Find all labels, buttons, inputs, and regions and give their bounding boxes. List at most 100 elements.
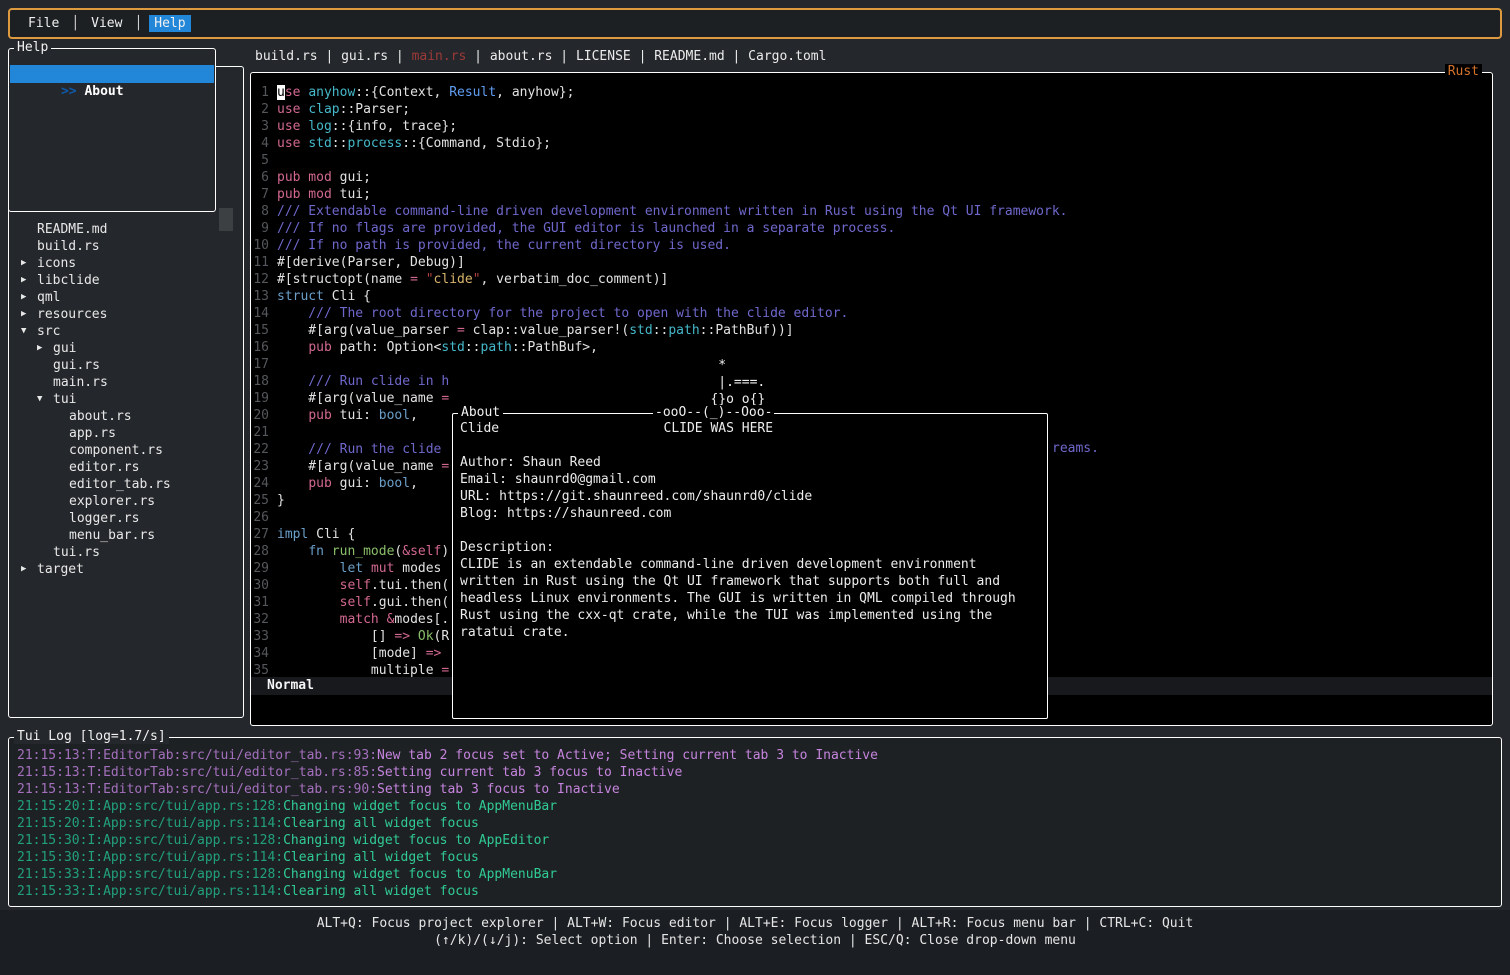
chevron-down-icon: ▼ [37,391,53,408]
tree-item-label: editor_tab.rs [69,476,171,493]
menu-item-view[interactable]: View [86,15,127,32]
code-line-text: /// If no path is provided, the current … [277,237,731,254]
tree-item-label: build.rs [37,238,100,255]
tree-item-gui[interactable]: ▶gui [9,340,243,357]
tab-build.rs[interactable]: build.rs [255,49,318,64]
tree-item-label: gui [53,340,76,357]
code-line[interactable]: 11#[derive(Parser, Debug)] [251,254,1492,271]
tab-separator: | [552,49,575,64]
chevron-right-icon: ▶ [21,289,37,306]
tree-item-libclide[interactable]: ▶libclide [9,272,243,289]
tree-item-label: component.rs [69,442,163,459]
tree-item-qml[interactable]: ▶qml [9,289,243,306]
log-entry: 21:15:30:I:App:src/tui/app.rs:128:Changi… [17,832,1493,849]
tab-separator: | [466,49,489,64]
log-entry-prefix: 21:15:20:I:App:src/tui/app.rs:128: [17,799,283,814]
code-line-text: use anyhow::{Context, Result, anyhow}; [277,84,574,101]
code-line-text: #[derive(Parser, Debug)] [277,254,465,271]
tree-item-icons[interactable]: ▶icons [9,255,243,272]
tree-item-app.rs[interactable]: app.rs [9,425,243,442]
code-line[interactable]: 6pub mod gui; [251,169,1492,186]
code-line[interactable]: 9 /// If no flags are provided, the GUI e… [251,220,1492,237]
tree-item-editor_tab.rs[interactable]: editor_tab.rs [9,476,243,493]
code-line-text: /// If no flags are provided, the GUI ed… [277,220,895,237]
tree-item-label: icons [37,255,76,272]
code-line[interactable]: 10/// If no path is provided, the curren… [251,237,1492,254]
code-line-text: } [277,492,285,509]
code-line-text: #[arg(value_parser = clap::value_parser!… [277,322,794,339]
line-number: 8 [251,203,269,220]
selection-prefix: >> [61,84,77,99]
tree-item-target[interactable]: ▶target [9,561,243,578]
code-line[interactable]: 12#[structopt(name = "clide", verbatim_d… [251,271,1492,288]
code-line-text: /// Run the clide [277,441,449,458]
chevron-right-icon: ▶ [21,272,37,289]
editor-mode-label: Normal [267,678,314,693]
keybar-line-2: (↑/k)/(↓/j): Select option | Enter: Choo… [0,932,1510,949]
line-number: 32 [251,611,269,628]
tab-README.md[interactable]: README.md [654,49,724,64]
tree-item-label: README.md [37,221,107,238]
code-line[interactable]: 15 #[arg(value_parser = clap::value_pars… [251,322,1492,339]
code-line[interactable]: 14 /// The root directory for the projec… [251,305,1492,322]
tab-main.rs[interactable]: main.rs [412,49,467,64]
menu-separator: │ [71,16,79,31]
tab-Cargo.toml[interactable]: Cargo.toml [748,49,826,64]
tree-item-editor.rs[interactable]: editor.rs [9,459,243,476]
line-number: 17 [251,356,269,373]
code-line-text: match &modes[. [277,611,449,628]
code-line[interactable]: 4use std::process::{Command, Stdio}; [251,135,1492,152]
line-number: 4 [251,135,269,152]
tree-item-build.rs[interactable]: build.rs [9,238,243,255]
tree-item-tui.rs[interactable]: tui.rs [9,544,243,561]
log-entry-prefix: 21:15:13:T:EditorTab:src/tui/editor_tab.… [17,782,377,797]
tree-item-about.rs[interactable]: about.rs [9,408,243,425]
tree-item-main.rs[interactable]: main.rs [9,374,243,391]
log-entry: 21:15:13:T:EditorTab:src/tui/editor_tab.… [17,781,1493,798]
tree-item-logger.rs[interactable]: logger.rs [9,510,243,527]
line-number: 9 [251,220,269,237]
tree-item-README.md[interactable]: README.md [9,221,243,238]
line-number: 27 [251,526,269,543]
code-line[interactable]: 5 [251,152,1492,169]
code-line[interactable]: 13struct Cli { [251,288,1492,305]
explorer-scrollbar-thumb[interactable] [219,208,233,231]
menu-item-file[interactable]: File [23,15,64,32]
log-entry-prefix: 21:15:30:I:App:src/tui/app.rs:128: [17,833,283,848]
code-line-text: /// Extendable command-line driven devel… [277,203,1068,220]
tab-about.rs[interactable]: about.rs [490,49,553,64]
tree-item-menu_bar.rs[interactable]: menu_bar.rs [9,527,243,544]
line-number: 22 [251,441,269,458]
menu-item-help[interactable]: Help [149,15,190,32]
clide-tui-app: File│View│Help build.rs | gui.rs | main.… [0,0,1510,975]
code-line-text: pub mod tui; [277,186,371,203]
code-line[interactable]: 7pub mod tui; [251,186,1492,203]
line-number: 12 [251,271,269,288]
code-comment-tail: reams. [1052,440,1099,457]
log-entry: 21:15:20:I:App:src/tui/app.rs:128:Changi… [17,798,1493,815]
log-entry-prefix: 21:15:13:T:EditorTab:src/tui/editor_tab.… [17,748,377,763]
tree-item-gui.rs[interactable]: gui.rs [9,357,243,374]
tree-item-resources[interactable]: ▶resources [9,306,243,323]
tab-gui.rs[interactable]: gui.rs [341,49,388,64]
code-line[interactable]: 1use anyhow::{Context, Result, anyhow}; [251,84,1492,101]
tree-item-src[interactable]: ▼src [9,323,243,340]
code-line[interactable]: 16 pub path: Option<std::path::PathBuf>, [251,339,1492,356]
tab-LICENSE[interactable]: LICENSE [576,49,631,64]
log-entry-prefix: 21:15:33:I:App:src/tui/app.rs:114: [17,884,283,899]
log-entry-message: Clearing all widget focus [283,850,479,865]
code-line[interactable]: 2use clap::Parser; [251,101,1492,118]
tab-separator: | [318,49,341,64]
help-menu-item-about[interactable]: >> About [10,65,214,83]
tree-item-label: tui [53,391,76,408]
tree-item-component.rs[interactable]: component.rs [9,442,243,459]
code-line-text: self.gui.then( [277,594,449,611]
tree-item-explorer.rs[interactable]: explorer.rs [9,493,243,510]
tree-item-label: about.rs [69,408,132,425]
code-line[interactable]: 8 /// Extendable command-line driven deve… [251,203,1492,220]
code-line[interactable]: 3use log::{info, trace}; [251,118,1492,135]
code-line-text: pub mod gui; [277,169,371,186]
line-number: 16 [251,339,269,356]
tree-item-tui[interactable]: ▼tui [9,391,243,408]
log-entries: 21:15:13:T:EditorTab:src/tui/editor_tab.… [17,747,1493,900]
